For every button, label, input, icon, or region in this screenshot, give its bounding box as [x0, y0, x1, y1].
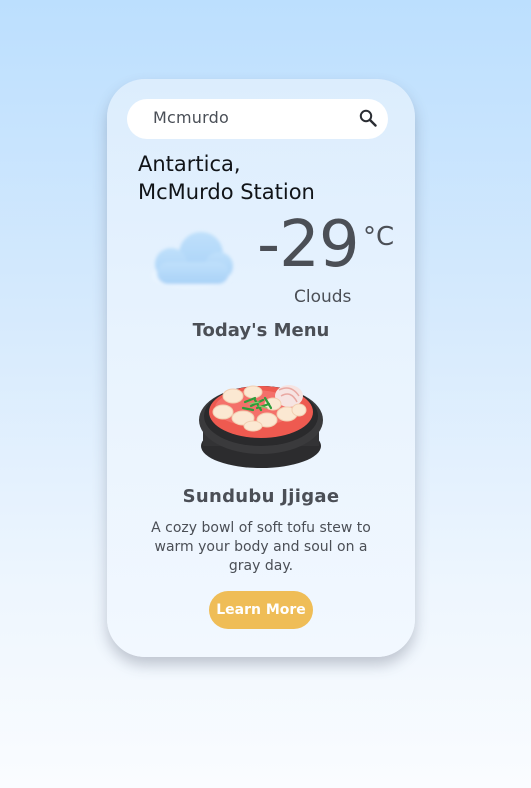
location-title: Antartica, McMurdo Station	[138, 150, 315, 206]
temperature-value: -29	[257, 208, 360, 282]
dish-image	[199, 385, 323, 468]
weather-card: Mcmurdo Antartica, McMurdo Station -29 °…	[107, 79, 415, 657]
location-station: McMurdo Station	[138, 180, 315, 204]
search-icon[interactable]	[359, 109, 377, 127]
dish-name: Sundubu Jjigae	[182, 486, 340, 507]
cloud-icon	[151, 232, 233, 289]
weather-condition: Clouds	[294, 287, 352, 307]
menu-heading: Today's Menu	[192, 320, 330, 341]
search-input[interactable]: Mcmurdo	[153, 108, 229, 127]
dish-description: A cozy bowl of soft tofu stew to warm yo…	[151, 520, 371, 574]
location-region: Antartica,	[138, 152, 241, 176]
search-bar[interactable]: Mcmurdo	[127, 99, 388, 139]
temperature-unit: °C	[363, 222, 395, 252]
learn-more-button[interactable]: Learn More	[209, 591, 313, 629]
